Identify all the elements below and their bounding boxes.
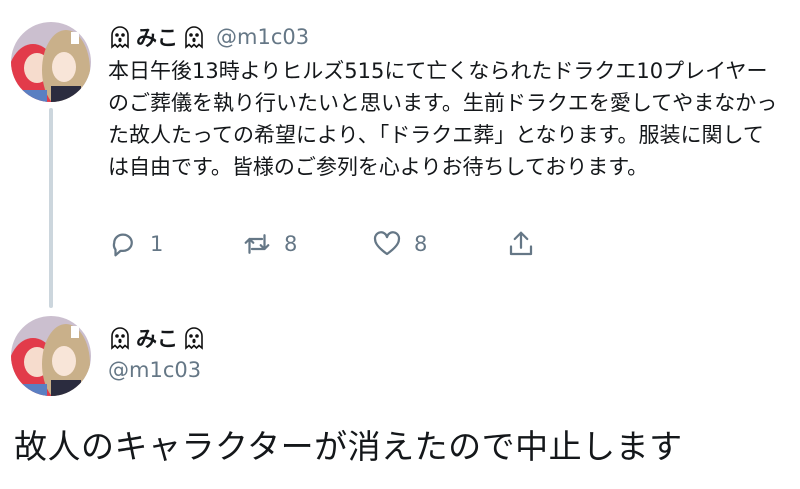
ghost-emoji-icon bbox=[185, 327, 203, 350]
ghost-emoji-icon bbox=[111, 26, 129, 49]
tweet-header: みこ @m1c03 bbox=[108, 22, 309, 52]
user-handle[interactable]: @m1c03 bbox=[216, 25, 309, 49]
display-name[interactable]: みこ bbox=[136, 22, 178, 52]
display-name[interactable]: みこ bbox=[136, 323, 178, 353]
tweet-text: 本日午後13時よりヒルズ515にて亡くなられたドラクエ10プレイヤーのご葬儀を執… bbox=[108, 59, 778, 179]
reply-header: みこ bbox=[108, 323, 206, 353]
like-button[interactable]: 8 bbox=[372, 229, 427, 259]
avatar-image bbox=[11, 316, 91, 396]
thread-line bbox=[49, 108, 53, 308]
share-button[interactable] bbox=[506, 229, 536, 259]
user-handle[interactable]: @m1c03 bbox=[108, 358, 201, 382]
avatar[interactable] bbox=[11, 22, 91, 102]
heart-icon bbox=[373, 231, 401, 256]
retweet-button[interactable]: 8 bbox=[242, 229, 297, 259]
share-icon bbox=[509, 231, 533, 256]
reply-button[interactable]: 1 bbox=[108, 229, 163, 259]
avatar-image bbox=[11, 22, 91, 102]
ghost-emoji-icon bbox=[111, 327, 129, 350]
reply-count: 1 bbox=[150, 232, 164, 256]
retweet-icon bbox=[244, 234, 270, 254]
reply-text: 故人のキャラクターが消えたので中止します bbox=[14, 427, 683, 466]
reply-icon bbox=[112, 233, 133, 257]
ghost-emoji-icon bbox=[185, 26, 203, 49]
like-count: 8 bbox=[414, 232, 428, 256]
avatar[interactable] bbox=[11, 316, 91, 396]
retweet-count: 8 bbox=[284, 232, 298, 256]
